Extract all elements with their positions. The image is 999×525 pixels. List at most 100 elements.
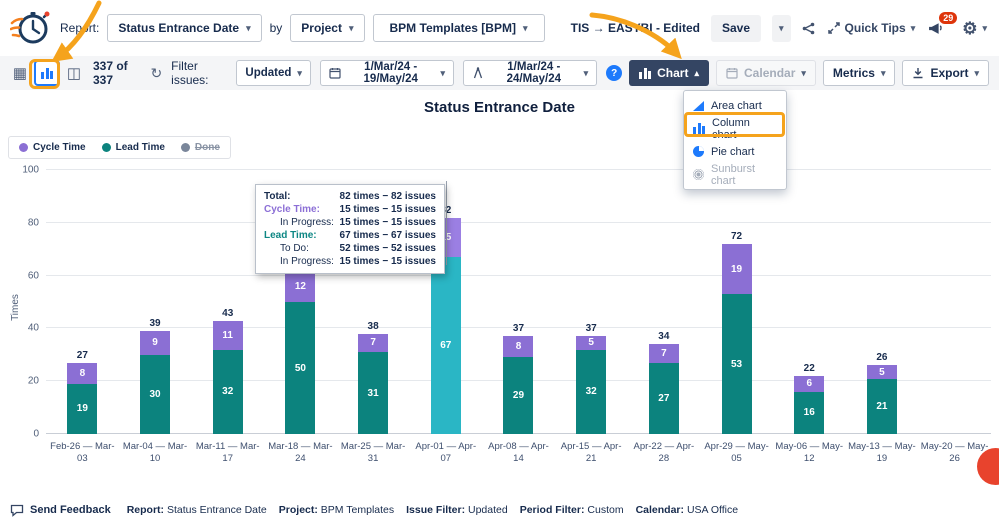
bar-value-label: 9 — [152, 337, 158, 348]
x-axis-label: Apr-15 — Apr-21 — [555, 434, 628, 466]
toolbar-right: ? Chart ▴ Calendar ▾ Metrics ▾ — [606, 60, 989, 86]
bar-column[interactable]: 39930 — [119, 170, 192, 434]
bar-value-label: 21 — [876, 401, 887, 412]
bar-segment-cycle-time[interactable]: 7 — [649, 344, 679, 363]
x-axis-labels: Feb-26 — Mar-03Mar-04 — Mar-10Mar-11 — M… — [46, 434, 991, 466]
metrics-button[interactable]: Metrics ▾ — [823, 60, 896, 86]
x-axis-label: Mar-25 — Mar-31 — [337, 434, 410, 466]
chevron-down-icon: ▾ — [881, 68, 886, 79]
bar-column[interactable]: 22616 — [773, 170, 846, 434]
bar-segment-cycle-time[interactable]: 11 — [213, 321, 243, 350]
bar-segment-lead-time[interactable]: 32 — [213, 350, 243, 435]
refresh-icon[interactable]: ↻ — [150, 65, 162, 82]
bar-segment-lead-time[interactable]: 50 — [285, 302, 315, 434]
period-filter-select[interactable]: 1/Mar/24 - 19/May/24 ▾ — [320, 60, 454, 86]
quick-tips-button[interactable]: Quick Tips ▾ — [826, 15, 918, 42]
footer-item: Project: BPM Templates — [279, 504, 394, 516]
view-switcher: ▦ ◫ — [10, 60, 84, 86]
bar-segment-cycle-time[interactable]: 12 — [285, 270, 315, 302]
chevron-down-icon: ▾ — [349, 23, 354, 34]
bar-value-label: 8 — [516, 341, 522, 352]
dimension-select[interactable]: Project ▾ — [290, 14, 364, 42]
bar-segment-lead-time[interactable]: 32 — [576, 350, 606, 435]
menu-item-pie-chart[interactable]: Pie chart — [684, 140, 786, 163]
footer-item: Calendar: USA Office — [636, 504, 739, 516]
bar-segment-cycle-time[interactable]: 7 — [358, 334, 388, 353]
bar-segment-lead-time[interactable]: 67 — [431, 257, 461, 434]
bar-total-label: 37 — [513, 323, 524, 334]
legend-dot-icon — [102, 143, 111, 152]
bar-column[interactable]: 27 8 19 — [46, 170, 119, 434]
bar-segment-cycle-time[interactable]: 5 — [867, 365, 897, 378]
tooltip-value: 15 times − 15 issues — [340, 216, 436, 229]
menu-item-sunburst-chart[interactable]: Sunburst chart — [684, 163, 786, 186]
eazybi-logo[interactable] — [10, 7, 52, 49]
bar-segment-lead-time[interactable]: 21 — [867, 379, 897, 434]
save-dropdown-button[interactable]: ▾ — [772, 15, 791, 42]
bar-segment-cycle-time[interactable]: 5 — [576, 336, 606, 349]
bar-value-label: 6 — [806, 378, 812, 389]
legend-item-done[interactable]: Done — [181, 142, 220, 153]
legend-item-lead-time[interactable]: Lead Time — [102, 142, 165, 153]
report-select[interactable]: Status Entrance Date ▾ — [107, 14, 261, 42]
caliper-icon — [472, 67, 484, 79]
bar-column[interactable]: 37 8 29 — [482, 170, 555, 434]
chevron-down-icon: ▾ — [523, 23, 528, 34]
bar-value-label: 19 — [77, 403, 88, 414]
grid-view-icon[interactable]: ▦ — [10, 61, 30, 85]
bar-segment-cycle-time[interactable]: 9 — [140, 331, 170, 355]
measure-range-select[interactable]: 1/Mar/24 - 24/May/24 ▾ — [463, 60, 597, 86]
bar-column[interactable]: 72 1953 — [700, 170, 773, 434]
bar-segment-lead-time[interactable]: 53 — [722, 294, 752, 434]
dimension-select-value: Project — [301, 21, 342, 35]
bar-segment-lead-time[interactable]: 19 — [67, 384, 97, 434]
bar-value-label: 11 — [222, 330, 233, 341]
announcements-button[interactable]: 29 — [928, 21, 949, 36]
notification-badge: 29 — [939, 12, 957, 24]
bar-segment-cycle-time[interactable]: 6 — [794, 376, 824, 392]
bar-segment-cycle-time[interactable]: 8 — [67, 363, 97, 384]
chart-view-icon[interactable] — [34, 60, 60, 86]
bar-segment-lead-time[interactable]: 30 — [140, 355, 170, 434]
bar-column[interactable]: 26 5 21 — [846, 170, 919, 434]
menu-item-column-chart[interactable]: Column chart — [684, 117, 786, 140]
share-icon[interactable] — [802, 22, 815, 35]
bar-column[interactable]: 37532 — [555, 170, 628, 434]
bar-total-label: 72 — [731, 231, 742, 242]
bar-segment-cycle-time[interactable]: 8 — [503, 336, 533, 357]
bar-value-label: 5 — [588, 337, 594, 348]
y-tick-label: 20 — [28, 376, 39, 387]
settings-button[interactable]: ⚙ ▾ — [960, 15, 989, 42]
y-tick-label: 80 — [28, 217, 39, 228]
bar-segment-lead-time[interactable]: 31 — [358, 352, 388, 434]
x-axis-label: Mar-18 — Mar-24 — [264, 434, 337, 466]
legend-item-cycle-time[interactable]: Cycle Time — [19, 142, 86, 153]
bar-segment-lead-time[interactable]: 16 — [794, 392, 824, 434]
table-view-icon[interactable]: ◫ — [64, 61, 84, 85]
x-axis-label: May-06 — May-12 — [773, 434, 846, 466]
bar-value-label: 16 — [804, 407, 815, 418]
bar-column[interactable]: 34727 — [628, 170, 701, 434]
menu-item-label: Sunburst chart — [711, 163, 777, 187]
bar-value-label: 29 — [513, 390, 524, 401]
tooltip-label: In Progress: — [264, 255, 334, 268]
bar-total-label: 26 — [876, 352, 887, 363]
tooltip-value: 52 times − 52 issues — [340, 242, 436, 255]
send-feedback-button[interactable]: Send Feedback — [10, 504, 111, 517]
menu-item-area-chart[interactable]: Area chart — [684, 94, 786, 117]
bar-segment-lead-time[interactable]: 27 — [649, 363, 679, 434]
bar-column[interactable]: 431132 — [191, 170, 264, 434]
calendar-button[interactable]: Calendar ▾ — [716, 60, 816, 86]
project-select[interactable]: BPM Templates [BPM] ▾ — [373, 14, 545, 42]
bar-segment-cycle-time[interactable]: 19 — [722, 244, 752, 294]
bar-total-label: 27 — [77, 350, 88, 361]
help-icon[interactable]: ? — [606, 65, 622, 81]
bar-column[interactable] — [918, 170, 991, 434]
chart-button[interactable]: Chart ▴ — [629, 60, 709, 86]
save-button[interactable]: Save — [711, 15, 761, 42]
bar-value-label: 30 — [149, 389, 160, 400]
bar-segment-lead-time[interactable]: 29 — [503, 357, 533, 434]
export-button[interactable]: Export ▾ — [902, 60, 989, 86]
issue-filter-select[interactable]: Updated ▾ — [236, 60, 311, 86]
legend-label: Cycle Time — [33, 142, 86, 153]
